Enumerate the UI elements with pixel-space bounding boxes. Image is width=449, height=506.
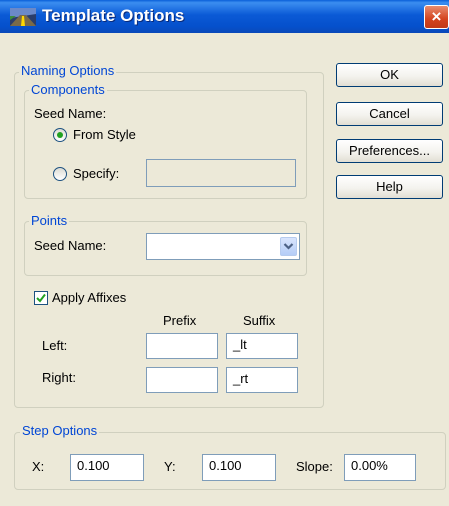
points-legend: Points — [29, 213, 70, 228]
components-seed-name-label: Seed Name: — [34, 106, 107, 121]
slope-input[interactable]: 0.00% — [344, 454, 416, 481]
x-label: X: — [32, 459, 45, 474]
y-step-input[interactable]: 0.100 — [202, 454, 276, 481]
x-step-input[interactable]: 0.100 — [70, 454, 144, 481]
window-title: Template Options — [42, 6, 185, 25]
chevron-down-icon[interactable] — [280, 237, 297, 256]
preferences-button[interactable]: Preferences... — [336, 139, 443, 163]
suffix-header: Suffix — [243, 313, 276, 328]
right-suffix-input[interactable]: _rt — [226, 367, 298, 393]
right-prefix-input[interactable] — [146, 367, 218, 393]
ok-button[interactable]: OK — [336, 63, 443, 87]
checkmark-icon — [36, 293, 46, 303]
step-options-legend: Step Options — [20, 423, 100, 438]
points-seed-name-dropdown[interactable] — [146, 233, 300, 260]
apply-affixes-checkbox[interactable] — [34, 291, 48, 305]
template-road-icon — [10, 8, 36, 26]
y-label: Y: — [164, 459, 176, 474]
components-legend: Components — [29, 82, 107, 97]
cancel-button[interactable]: Cancel — [336, 102, 443, 126]
points-seed-name-label: Seed Name: — [34, 238, 107, 253]
apply-affixes-label[interactable]: Apply Affixes — [52, 290, 126, 306]
help-button[interactable]: Help — [336, 175, 443, 199]
left-label: Left: — [42, 338, 68, 353]
right-label: Right: — [42, 370, 76, 385]
radio-selected-dot — [57, 132, 63, 138]
from-style-label[interactable]: From Style — [73, 127, 136, 143]
naming-options-legend: Naming Options — [19, 63, 117, 78]
specify-radio[interactable] — [53, 167, 67, 181]
close-icon[interactable]: × — [424, 5, 449, 29]
prefix-header: Prefix — [163, 313, 197, 328]
slope-label: Slope: — [296, 459, 333, 474]
specify-field[interactable] — [146, 159, 296, 187]
specify-label[interactable]: Specify: — [73, 166, 119, 182]
left-prefix-input[interactable] — [146, 333, 218, 359]
left-suffix-input[interactable]: _lt — [226, 333, 298, 359]
from-style-radio[interactable] — [53, 128, 67, 142]
